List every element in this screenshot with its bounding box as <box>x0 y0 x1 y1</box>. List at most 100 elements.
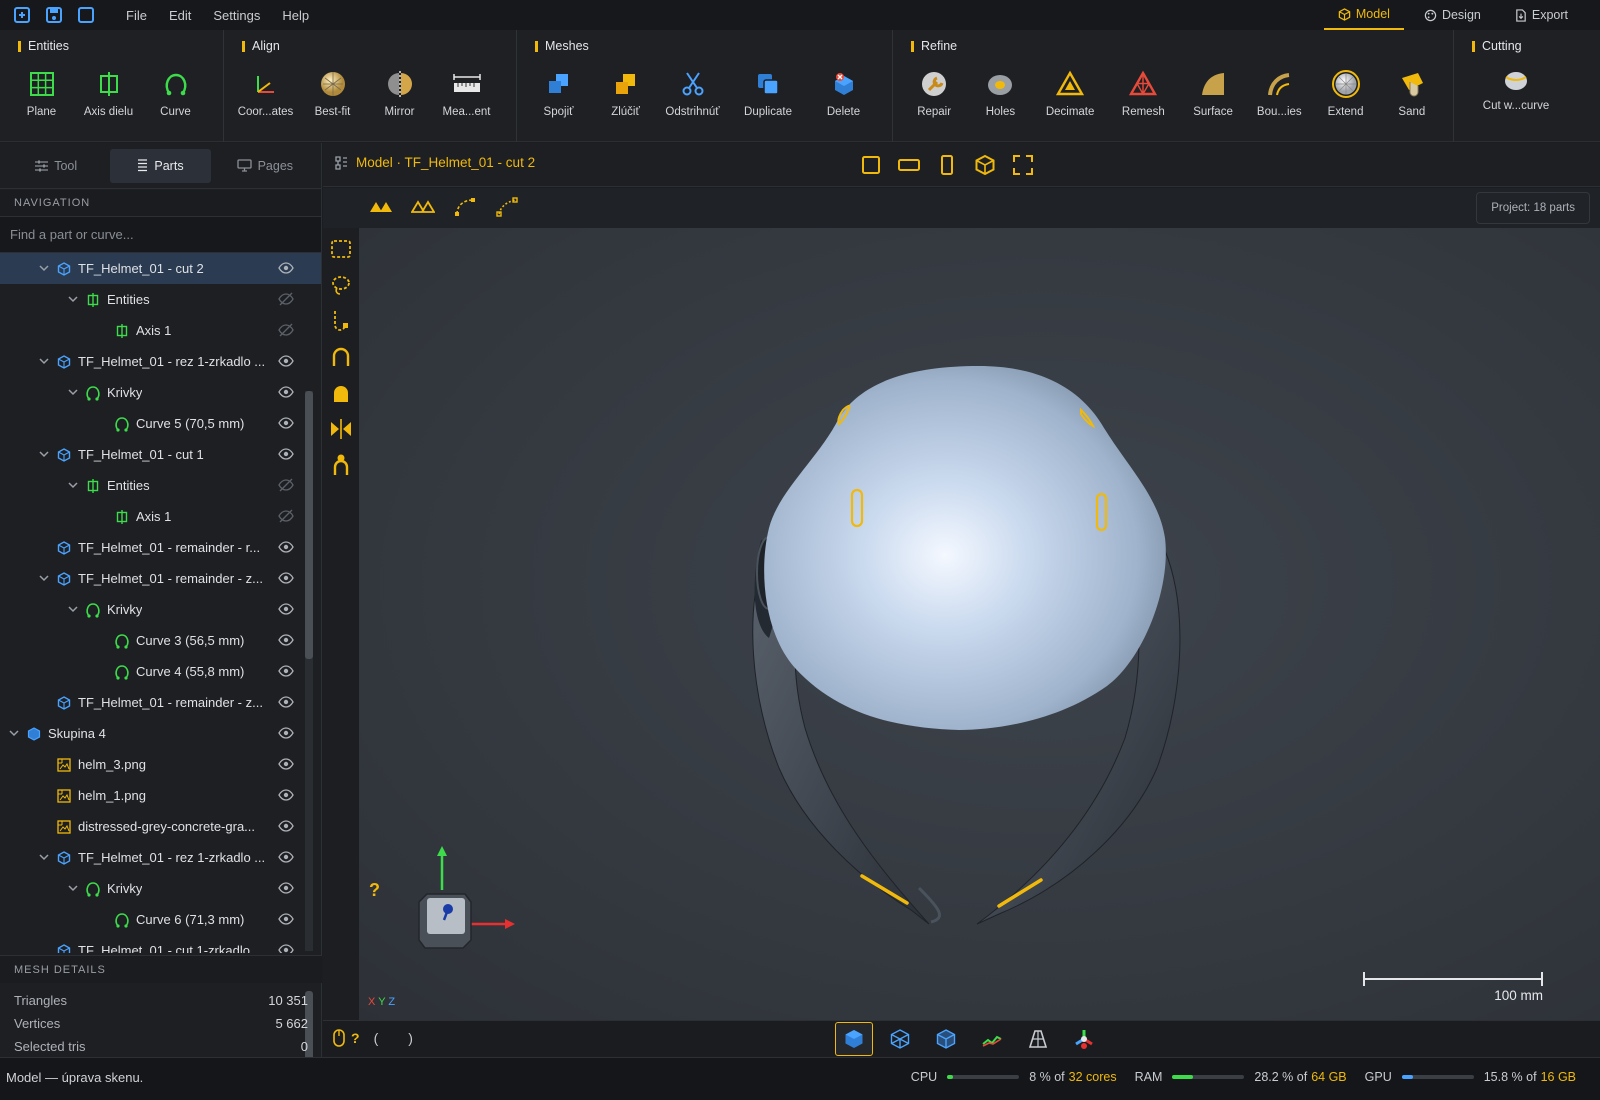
extend-tool-button[interactable]: Extend <box>1312 62 1378 118</box>
boundaries-tool-button[interactable]: Bou...ies <box>1246 62 1312 118</box>
helmet-model[interactable] <box>359 228 1600 1020</box>
tree-row[interactable]: Curve 3 (56,5 mm) <box>0 625 321 656</box>
shaded-mode-icon[interactable] <box>369 196 393 216</box>
eye-icon[interactable] <box>278 881 294 895</box>
tree-row[interactable]: Krivky <box>0 377 321 408</box>
chevron-down-icon[interactable] <box>38 852 50 864</box>
chevron-down-icon[interactable] <box>38 356 50 368</box>
redo-view-button[interactable]: ) <box>408 1030 413 1046</box>
tree-row[interactable]: Krivky <box>0 873 321 904</box>
curve-tool-button[interactable]: Curve <box>142 62 209 118</box>
view-top-button[interactable] <box>897 153 921 177</box>
eye-off-icon[interactable] <box>278 478 294 492</box>
tree-row[interactable]: TF_Helmet_01 - cut 2 <box>0 253 321 284</box>
eye-icon[interactable] <box>278 354 294 368</box>
tree-row[interactable]: TF_Helmet_01 - remainder - z... <box>0 687 321 718</box>
tab-pages[interactable]: Pages <box>215 149 315 183</box>
chevron-down-icon[interactable] <box>38 573 50 585</box>
cut-odstrihnut-tool-button[interactable]: Odstrihnúť <box>659 62 726 118</box>
eye-icon[interactable] <box>278 540 294 554</box>
axis-tool-button[interactable]: Axis dielu <box>75 62 142 118</box>
cut-with-curve-tool-button[interactable]: Cut w...curve <box>1468 62 1564 112</box>
mirror-select-tool[interactable] <box>328 416 354 442</box>
eye-icon[interactable] <box>278 571 294 585</box>
eye-icon[interactable] <box>278 633 294 647</box>
eye-off-icon[interactable] <box>278 509 294 523</box>
fill-region-tool[interactable] <box>328 380 354 406</box>
save-icon[interactable] <box>44 5 64 25</box>
eye-off-icon[interactable] <box>278 292 294 306</box>
eye-icon[interactable] <box>278 261 294 275</box>
surface-tool-button[interactable]: Surface <box>1180 62 1246 118</box>
best-fit-tool-button[interactable]: Best-fit <box>299 62 366 118</box>
eye-icon[interactable] <box>278 943 294 953</box>
eye-icon[interactable] <box>278 850 294 864</box>
tree-row[interactable]: distressed-grey-concrete-gra... <box>0 811 321 842</box>
3d-viewport[interactable]: ? X Y Z 100 mm <box>359 228 1600 1020</box>
tree-row[interactable]: TF_Helmet_01 - cut 1 <box>0 439 321 470</box>
chevron-down-icon[interactable] <box>8 728 20 740</box>
viewport-help-icon[interactable]: ? <box>369 880 380 901</box>
view-side-button[interactable] <box>935 153 959 177</box>
holes-tool-button[interactable]: Holes <box>967 62 1033 118</box>
menu-help[interactable]: Help <box>282 8 309 23</box>
menu-settings[interactable]: Settings <box>213 8 260 23</box>
view-iso-button[interactable] <box>973 153 997 177</box>
fit-all-button[interactable] <box>1011 153 1035 177</box>
window-icon[interactable] <box>76 5 96 25</box>
render-wireframe-button[interactable] <box>881 1022 919 1056</box>
render-solid-button[interactable] <box>835 1022 873 1056</box>
tree-row[interactable]: Axis 1 <box>0 315 321 346</box>
search-input[interactable] <box>10 227 300 242</box>
tree-row[interactable]: TF_Helmet_01 - rez 1-zrkadlo ... <box>0 346 321 377</box>
chevron-down-icon[interactable] <box>67 480 79 492</box>
tree-row[interactable]: TF_Helmet_01 - cut 1-zrkadlo <box>0 935 321 953</box>
chevron-down-icon[interactable] <box>67 883 79 895</box>
chevron-down-icon[interactable] <box>38 263 50 275</box>
undo-view-button[interactable]: ( <box>374 1030 379 1046</box>
tree-row[interactable]: Axis 1 <box>0 501 321 532</box>
duplicate-tool-button[interactable]: Duplicate <box>726 62 810 118</box>
tree-row[interactable]: Curve 5 (70,5 mm) <box>0 408 321 439</box>
tree-scrollbar-thumb[interactable] <box>305 391 313 659</box>
select-curve-icon[interactable] <box>495 196 519 218</box>
mode-export-tab[interactable]: Export <box>1501 0 1582 30</box>
tree-row[interactable]: Skupina 4 <box>0 718 321 749</box>
view-front-button[interactable] <box>859 153 883 177</box>
combine-zlucit-tool-button[interactable]: Zlúčiť <box>592 62 659 118</box>
curvature-analysis-button[interactable] <box>973 1022 1011 1056</box>
render-shaded-wire-button[interactable] <box>927 1022 965 1056</box>
chevron-down-icon[interactable] <box>67 604 79 616</box>
sand-tool-button[interactable]: Sand <box>1379 62 1445 118</box>
eye-icon[interactable] <box>278 912 294 926</box>
tree-row[interactable]: TF_Helmet_01 - rez 1-zrkadlo ... <box>0 842 321 873</box>
chevron-down-icon[interactable] <box>67 387 79 399</box>
tree-row[interactable]: helm_3.png <box>0 749 321 780</box>
tab-parts[interactable]: Parts <box>110 148 211 183</box>
delete-tool-button[interactable]: Delete <box>810 62 877 118</box>
eye-icon[interactable] <box>278 819 294 833</box>
measurement-tool-button[interactable]: Mea...ent <box>433 62 500 118</box>
rect-select-tool[interactable] <box>328 236 354 262</box>
select-points-icon[interactable] <box>453 196 477 218</box>
tab-tool[interactable]: Tool <box>6 149 106 183</box>
eye-icon[interactable] <box>278 695 294 709</box>
tree-row[interactable]: Krivky <box>0 594 321 625</box>
tree-row[interactable]: helm_1.png <box>0 780 321 811</box>
eye-icon[interactable] <box>278 447 294 461</box>
tree-row[interactable]: TF_Helmet_01 - remainder - r... <box>0 532 321 563</box>
chevron-down-icon[interactable] <box>38 449 50 461</box>
mouse-help-mark[interactable]: ? <box>351 1030 360 1046</box>
tree-row[interactable]: TF_Helmet_01 - remainder - z... <box>0 563 321 594</box>
eye-icon[interactable] <box>278 385 294 399</box>
menu-edit[interactable]: Edit <box>169 8 191 23</box>
mode-model-tab[interactable]: Model <box>1323 0 1404 30</box>
new-project-icon[interactable] <box>12 5 32 25</box>
brush-select-tool[interactable] <box>328 308 354 334</box>
tree-row[interactable]: Entities <box>0 470 321 501</box>
grow-select-tool[interactable] <box>328 452 354 478</box>
tree-row[interactable]: Curve 4 (55,8 mm) <box>0 656 321 687</box>
perspective-button[interactable] <box>1019 1022 1057 1056</box>
magnet-tool[interactable] <box>328 344 354 370</box>
eye-off-icon[interactable] <box>278 323 294 337</box>
